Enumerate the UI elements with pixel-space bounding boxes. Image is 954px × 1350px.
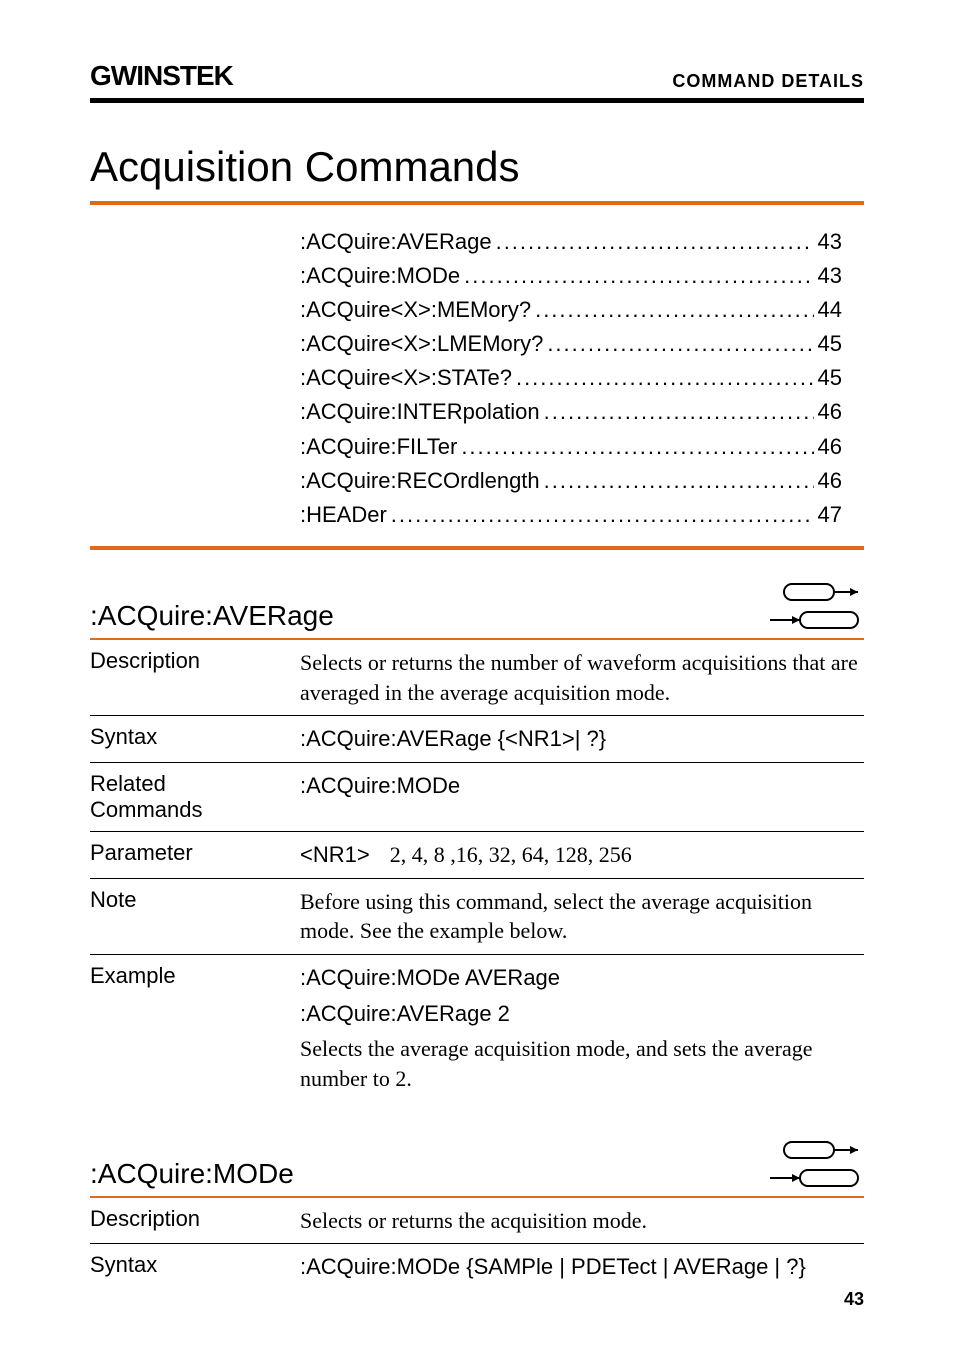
toc-item: :ACQuire<X>:STATe? 45 (300, 361, 864, 395)
related-value: :ACQuire:MODe (300, 773, 460, 798)
table-row: Syntax :ACQuire:MODe {SAMPle | PDETect |… (90, 1244, 864, 1290)
toc-leader-dots (496, 225, 814, 259)
command-table-mode: Description Selects or returns the acqui… (90, 1198, 864, 1290)
toc-item-label: :ACQuire<X>:STATe? (300, 361, 512, 395)
toc-leader-dots (547, 327, 813, 361)
toc-item-page: 43 (818, 225, 864, 259)
syntax-text: :ACQuire:AVERage {<NR1>| ?} (300, 726, 606, 751)
row-body-example: :ACQuire:MODe AVERage :ACQuire:AVERage 2… (300, 963, 864, 1100)
section-label: COMMAND DETAILS (672, 71, 864, 92)
toc-item-label: :ACQuire:AVERage (300, 225, 492, 259)
row-body-syntax: :ACQuire:AVERage {<NR1>| ?} (300, 724, 864, 754)
table-row: Syntax :ACQuire:AVERage {<NR1>| ?} (90, 716, 864, 763)
row-body-description: Selects or returns the acquisition mode. (300, 1206, 864, 1236)
brand-logo: GWINSTEK (90, 60, 233, 92)
section-heading-row: :ACQuire:AVERage (90, 580, 864, 638)
toc-leader-dots (464, 259, 813, 293)
toc-leader-dots (544, 464, 814, 498)
section-heading-row: :ACQuire:MODe (90, 1138, 864, 1196)
example-line-2: :ACQuire:AVERage 2 (300, 999, 864, 1029)
row-label-description: Description (90, 1206, 300, 1236)
toc-item-label: :HEADer (300, 498, 387, 532)
example-line-1: :ACQuire:MODe AVERage (300, 963, 864, 993)
table-of-contents: :ACQuire:AVERage 43:ACQuire:MODe 43:ACQu… (300, 225, 864, 532)
toc-leader-dots (544, 395, 814, 429)
set-query-icon (764, 580, 864, 632)
row-body-related: :ACQuire:MODe (300, 771, 864, 823)
toc-item: :ACQuire:RECOrdlength 46 (300, 464, 864, 498)
table-row: Description Selects or returns the numbe… (90, 640, 864, 716)
row-label-related: Related Commands (90, 771, 300, 823)
row-label-note: Note (90, 887, 300, 946)
parameter-key: <NR1> (300, 840, 370, 870)
table-row: Description Selects or returns the acqui… (90, 1198, 864, 1245)
toc-item-page: 46 (818, 395, 864, 429)
row-label-example: Example (90, 963, 300, 1100)
related-label-2: Commands (90, 797, 202, 822)
toc-item-label: :ACQuire:MODe (300, 259, 460, 293)
toc-leader-dots (516, 361, 814, 395)
toc-item-label: :ACQuire<X>:LMEMory? (300, 327, 543, 361)
toc-leader-dots (535, 293, 813, 327)
header-underline (90, 98, 864, 103)
toc-item: :ACQuire<X>:LMEMory? 45 (300, 327, 864, 361)
row-body-syntax: :ACQuire:MODe {SAMPle | PDETect | AVERag… (300, 1252, 864, 1282)
title-divider (90, 201, 864, 205)
toc-item: :ACQuire<X>:MEMory? 44 (300, 293, 864, 327)
table-row: Example :ACQuire:MODe AVERage :ACQuire:A… (90, 955, 864, 1108)
related-label-1: Related (90, 771, 166, 796)
page-title: Acquisition Commands (90, 143, 864, 191)
example-description: Selects the average acquisition mode, an… (300, 1034, 864, 1093)
table-row: Note Before using this command, select t… (90, 879, 864, 955)
section-heading-mode: :ACQuire:MODe (90, 1158, 294, 1190)
row-label-syntax: Syntax (90, 724, 300, 754)
row-label-syntax: Syntax (90, 1252, 300, 1282)
toc-item-label: :ACQuire:FILTer (300, 430, 457, 464)
toc-item: :ACQuire:AVERage 43 (300, 225, 864, 259)
toc-item-page: 45 (818, 327, 864, 361)
parameter-values: 2, 4, 8 ,16, 32, 64, 128, 256 (390, 840, 632, 870)
syntax-text: :ACQuire:MODe {SAMPle | PDETect | AVERag… (300, 1254, 806, 1279)
row-label-description: Description (90, 648, 300, 707)
toc-item: :ACQuire:FILTer 46 (300, 430, 864, 464)
row-body-description: Selects or returns the number of wavefor… (300, 648, 864, 707)
row-body-parameter: <NR1> 2, 4, 8 ,16, 32, 64, 128, 256 (300, 840, 864, 870)
toc-item-page: 46 (818, 464, 864, 498)
section-heading-average: :ACQuire:AVERage (90, 600, 334, 632)
row-body-note: Before using this command, select the av… (300, 887, 864, 946)
page-header: GWINSTEK COMMAND DETAILS (90, 60, 864, 98)
row-label-parameter: Parameter (90, 840, 300, 870)
toc-item-label: :ACQuire:RECOrdlength (300, 464, 540, 498)
toc-leader-dots (461, 430, 813, 464)
command-table-average: Description Selects or returns the numbe… (90, 640, 864, 1108)
toc-item: :ACQuire:INTERpolation 46 (300, 395, 864, 429)
toc-bottom-divider (90, 546, 864, 550)
toc-item-page: 46 (818, 430, 864, 464)
toc-item-page: 44 (818, 293, 864, 327)
table-row: Parameter <NR1> 2, 4, 8 ,16, 32, 64, 128… (90, 832, 864, 879)
table-row: Related Commands :ACQuire:MODe (90, 763, 864, 832)
toc-item-page: 47 (818, 498, 864, 532)
set-query-icon (764, 1138, 864, 1190)
page-number: 43 (844, 1289, 864, 1310)
toc-item-page: 45 (818, 361, 864, 395)
toc-item: :HEADer 47 (300, 498, 864, 532)
toc-item-label: :ACQuire:INTERpolation (300, 395, 540, 429)
toc-item-page: 43 (818, 259, 864, 293)
toc-leader-dots (391, 498, 814, 532)
toc-item-label: :ACQuire<X>:MEMory? (300, 293, 531, 327)
toc-item: :ACQuire:MODe 43 (300, 259, 864, 293)
